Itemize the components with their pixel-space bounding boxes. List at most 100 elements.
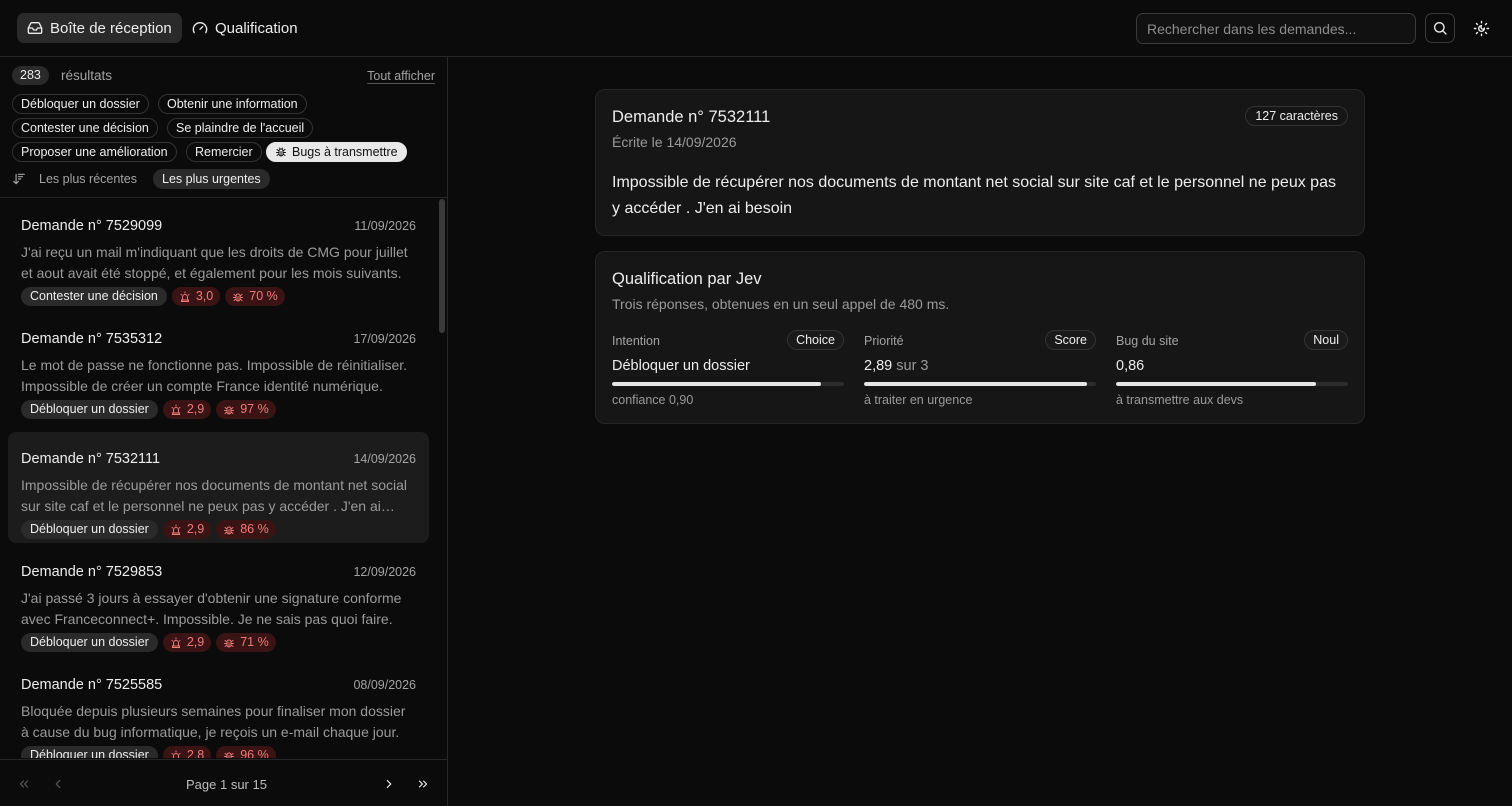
intent-tag: Débloquer un dossier [21,400,158,419]
metric-label: Bug du site [1116,334,1179,348]
first-page-button[interactable] [14,774,34,794]
metric-intention: Intention Choice Débloquer un dossier co… [612,330,844,410]
metric-priorite: Priorité Score 2,89 sur 3 à traiter en u… [864,330,1096,410]
last-page-button[interactable] [413,774,433,794]
item-date: 14/09/2026 [353,452,416,466]
scrollbar-thumb[interactable] [439,199,445,333]
list-item[interactable]: Demande n° 7529099 11/09/2026 J'ai reçu … [8,199,429,310]
next-page-button[interactable] [379,774,399,794]
qualification-title: Qualification par Jev [612,270,762,288]
search-button[interactable] [1425,13,1455,43]
list-item-selected[interactable]: Demande n° 7532111 14/09/2026 Impossible… [8,432,429,543]
filter-chip-accueil[interactable]: Se plaindre de l'accueil [167,118,314,138]
item-date: 08/09/2026 [353,678,416,692]
metric-value-main: 2,89 [864,358,893,374]
request-detail-card: Demande n° 7532111 Écrite le 14/09/2026 … [595,89,1365,236]
priority-value: 2,9 [186,522,205,536]
bug-value: 97 % [240,402,269,416]
chevrons-left-icon [17,777,31,791]
theme-toggle-icon [1473,20,1490,37]
search-input[interactable] [1136,13,1416,44]
priority-tag: 2,9 [162,520,212,539]
metric-value-suffix: sur 3 [896,358,929,374]
chevrons-right-icon [416,777,430,791]
filter-chip-information[interactable]: Obtenir une information [158,94,307,114]
priority-value: 3,0 [195,289,214,303]
nav-qualification-button[interactable]: Qualification [182,13,308,43]
bug-icon [223,404,235,416]
prev-page-button[interactable] [48,774,68,794]
search-icon [1432,20,1448,36]
item-tags: Débloquer un dossier 2,8 96 % [21,746,276,758]
bug-value: 70 % [249,289,278,303]
priority-tag: 2,9 [162,633,212,652]
metric-note: confiance 0,90 [612,393,694,407]
filter-panel: 283 résultats Tout afficher Débloquer un… [0,57,447,198]
metric-value-main: 0,86 [1116,358,1145,374]
item-title: Demande n° 7525585 [21,677,163,693]
bug-tag: 86 % [216,520,276,539]
metric-label: Priorité [864,334,904,348]
bug-value: 86 % [240,522,269,536]
results-label: résultats [61,68,113,83]
inbox-icon [27,20,43,36]
metric-value-main: Débloquer un dossier [612,358,750,374]
siren-icon [170,524,182,536]
bug-icon [223,750,235,758]
item-date: 12/09/2026 [353,565,416,579]
siren-icon [179,291,191,303]
filter-chip-amelioration[interactable]: Proposer une amélioration [12,142,177,162]
bug-tag: 96 % [216,746,276,758]
priority-value: 2,9 [186,402,205,416]
item-title: Demande n° 7532111 [21,451,161,467]
theme-toggle-button[interactable] [1466,13,1496,43]
bug-icon [223,637,235,649]
filter-chip-remercier[interactable]: Remercier [186,142,262,162]
qualification-subtitle: Trois réponses, obtenues en un seul appe… [612,296,950,312]
sort-recent[interactable]: Les plus récentes [30,169,146,189]
bug-tag: 71 % [216,633,276,652]
metric-bar-fill [864,382,1088,386]
gauge-icon [192,20,208,36]
list-item[interactable]: Demande n° 7535312 17/09/2026 Le mot de … [8,312,429,423]
nav-qualification-label: Qualification [215,19,298,37]
intent-tag: Contester une décision [21,287,167,306]
results-count-badge: 283 [12,66,49,85]
char-count-badge: 127 caractères [1245,106,1348,126]
metric-label: Intention [612,334,660,348]
metric-note: à traiter en urgence [864,393,973,407]
bug-icon [232,291,244,303]
bug-tag: 70 % [225,287,285,306]
detail-body: Impossible de récupérer nos documents de… [612,174,1336,217]
metric-value: 2,89 sur 3 [864,358,929,374]
nav-inbox-button[interactable]: Boîte de réception [17,13,182,43]
list-item[interactable]: Demande n° 7525585 08/09/2026 Bloquée de… [8,658,429,758]
filter-chip-bugs[interactable]: Bugs à transmettre [266,142,407,162]
filter-chip-bugs-label: Bugs à transmettre [292,145,398,159]
item-title: Demande n° 7535312 [21,331,163,347]
intent-tag: Débloquer un dossier [21,746,158,758]
list-item[interactable]: Demande n° 7529853 12/09/2026 J'ai passé… [8,545,429,656]
metric-value: 0,86 [1116,358,1144,374]
item-tags: Débloquer un dossier 2,9 71 % [21,633,276,652]
item-excerpt: Le mot de passe ne fonctionne pas. Impos… [21,357,408,394]
intent-tag: Débloquer un dossier [21,520,158,539]
filter-chip-contester[interactable]: Contester une décision [12,118,158,138]
show-all-link[interactable]: Tout afficher [367,69,435,83]
metric-bar-fill [1116,382,1316,386]
siren-icon [170,750,182,758]
metric-bar [864,382,1096,386]
metric-bar-fill [612,382,821,386]
priority-tag: 2,8 [162,746,212,758]
metric-type-badge: Choice [787,330,844,350]
metric-value: Débloquer un dossier [612,358,750,374]
metric-type-badge: Noul [1304,330,1348,350]
item-excerpt: J'ai reçu un mail m'indiquant que les dr… [21,244,408,281]
bug-value: 96 % [240,748,269,758]
filter-chip-debloquer[interactable]: Débloquer un dossier [12,94,149,114]
chevron-right-icon [382,777,396,791]
item-excerpt: J'ai passé 3 jours à essayer d'obtenir u… [21,590,402,627]
metric-bar [1116,382,1348,386]
siren-icon [170,404,182,416]
sort-urgent[interactable]: Les plus urgentes [153,169,270,189]
